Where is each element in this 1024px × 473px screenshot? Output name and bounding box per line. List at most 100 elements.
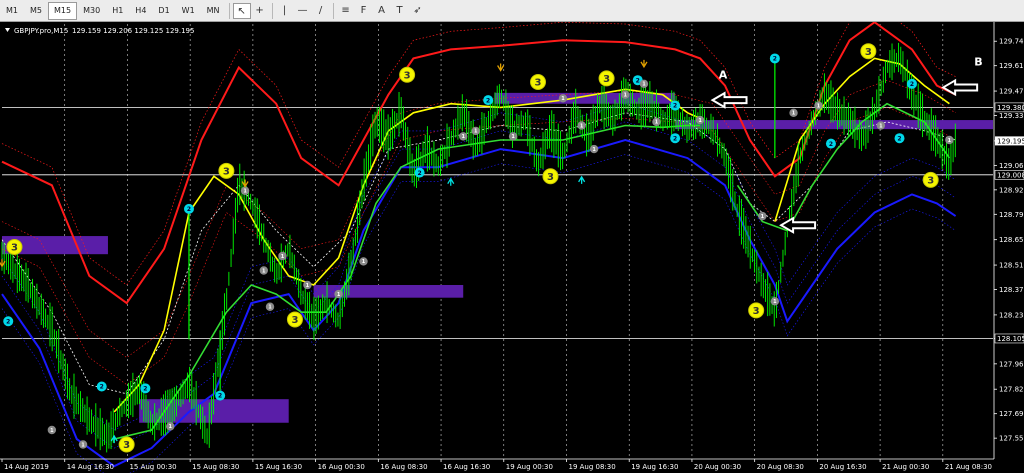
x-tick-label: 20 Aug 00:30: [694, 463, 741, 471]
marker-label: 2: [673, 135, 677, 142]
timeframe-m1[interactable]: M1: [0, 2, 24, 20]
dropdown-triangle-icon[interactable]: [5, 28, 10, 32]
marker-label: 1: [262, 268, 266, 274]
timeframe-w1[interactable]: W1: [176, 2, 201, 20]
marker-label: 3: [547, 172, 554, 183]
chart-symbol: GBPJPY.pro,M15: [14, 27, 68, 35]
marker-label: 1: [580, 123, 584, 129]
toolbar-separator: [228, 2, 230, 19]
x-tick-label: 16 Aug 16:30: [443, 463, 490, 471]
marker-label: 3: [291, 315, 298, 326]
marker-label: 1: [511, 134, 515, 140]
y-tick-label: 127.690: [999, 410, 1024, 418]
marker-label: 1: [243, 189, 247, 195]
marker-label: 3: [223, 166, 230, 177]
marker-label: 2: [100, 384, 104, 391]
label-icon[interactable]: T: [391, 3, 409, 19]
x-tick-label: 20 Aug 16:30: [819, 463, 866, 471]
y-tick-label: 129.335: [999, 112, 1024, 120]
y-tick-label: 129.745: [999, 38, 1024, 46]
marker-label: 3: [123, 440, 130, 451]
marker-label: 2: [486, 97, 490, 104]
timeframe-d1[interactable]: D1: [152, 2, 175, 20]
text-icon[interactable]: A: [373, 3, 391, 19]
marker-label: 1: [761, 214, 765, 220]
x-tick-label: 20 Aug 08:30: [757, 463, 804, 471]
toolbar-separator: [271, 2, 273, 19]
marker-label: 2: [187, 206, 191, 213]
toolbar: M1 M5 M15 M30 H1 H4 D1 W1 MN ↖ + | — / ≡ F A T ➶: [0, 0, 1024, 22]
marker-label: 3: [927, 175, 934, 186]
crosshair-icon[interactable]: +: [251, 3, 269, 19]
marker-label: 2: [773, 56, 777, 63]
yellow-line-b: [774, 57, 950, 222]
marker-label: 1: [642, 82, 646, 88]
timeframe-mn[interactable]: MN: [201, 2, 226, 20]
channel-icon[interactable]: ≡: [337, 3, 355, 19]
marker-label: 2: [417, 170, 421, 177]
marker-label: 1: [281, 254, 285, 260]
cursor-icon[interactable]: ↖: [232, 2, 251, 19]
timeframe-h1[interactable]: H1: [106, 2, 129, 20]
drawing-tools: ↖ + | — / ≡ F A T ➶: [232, 2, 427, 19]
annotation-label-a: A: [719, 68, 728, 81]
marker-label: 1: [474, 129, 478, 135]
time-axis: 14 Aug 2019 14 Aug 16:30 15 Aug 00:30 15 Au…: [0, 458, 994, 471]
marker-label: 2: [897, 135, 901, 142]
signal-arrow-icon: [497, 63, 505, 72]
x-tick-label: 16 Aug 00:30: [318, 463, 365, 471]
x-tick-label: 15 Aug 00:30: [129, 463, 176, 471]
chart-ohlc: 129.159 129.206 129.125 129.195: [72, 27, 194, 35]
y-tick-label: 129.470: [999, 88, 1024, 96]
marker-label: 2: [143, 385, 147, 392]
blue-band-mid-dotted: [1, 103, 956, 431]
current-price-label: 129.195: [997, 137, 1024, 145]
price-chart[interactable]: 3333333 333322 222222222222111111111111111…: [0, 22, 1024, 473]
marker-label: 1: [792, 111, 796, 117]
marker-label: 1: [592, 147, 596, 153]
annotation-label-b: B: [974, 56, 982, 69]
marker-label: 2: [673, 103, 677, 110]
x-tick-label: 14 Aug 2019: [4, 463, 49, 471]
marker-label: 3: [865, 47, 872, 58]
y-tick-label: 128.650: [999, 236, 1024, 244]
signal-arrow-icon: [447, 177, 455, 186]
hline-price-label: 128.105: [997, 335, 1024, 343]
timeframe-h4[interactable]: H4: [129, 2, 152, 20]
marker-label: 1: [337, 292, 341, 298]
x-tick-label: 14 Aug 16:30: [67, 463, 114, 471]
y-tick-label: 128.790: [999, 211, 1024, 219]
timeframe-m30[interactable]: M30: [77, 2, 106, 20]
marker-label: 1: [698, 118, 702, 124]
y-tick-label: 127.825: [999, 386, 1024, 394]
blue-band-outer-dotted: [1, 154, 956, 473]
red-band-inner-dotted: [1, 107, 956, 386]
timeframe-m15[interactable]: M15: [48, 1, 78, 20]
y-tick-label: 128.510: [999, 262, 1024, 270]
marker-label: 1: [169, 424, 173, 430]
marker-label: 1: [879, 123, 883, 129]
x-tick-label: 15 Aug 16:30: [255, 463, 302, 471]
y-tick-label: 128.925: [999, 186, 1024, 194]
trendline-icon[interactable]: /: [312, 3, 330, 19]
marker-label: 1: [817, 103, 821, 109]
x-tick-label: 21 Aug 08:30: [945, 463, 992, 471]
marker-label: 3: [603, 74, 610, 85]
signal-arrow-icon: [241, 179, 249, 188]
timeframe-m5[interactable]: M5: [24, 2, 48, 20]
hline-price-label: 129.008: [997, 171, 1024, 179]
marker-label: 3: [11, 243, 18, 254]
x-tick-label: 19 Aug 00:30: [506, 463, 553, 471]
vertical-line-icon[interactable]: |: [276, 3, 294, 19]
marker-label: 2: [910, 81, 914, 88]
hline-price-label: 129.380: [997, 104, 1024, 112]
arrow-tool-icon[interactable]: ➶: [409, 3, 427, 19]
marker-label: 1: [306, 283, 310, 289]
marker-label: 1: [561, 96, 565, 102]
marker-label: 3: [753, 306, 760, 317]
fibonacci-icon[interactable]: F: [355, 3, 373, 19]
horizontal-line-icon[interactable]: —: [294, 3, 312, 19]
marker-label: 2: [829, 141, 833, 148]
marker-label: 3: [404, 70, 411, 81]
x-tick-label: 16 Aug 08:30: [380, 463, 427, 471]
